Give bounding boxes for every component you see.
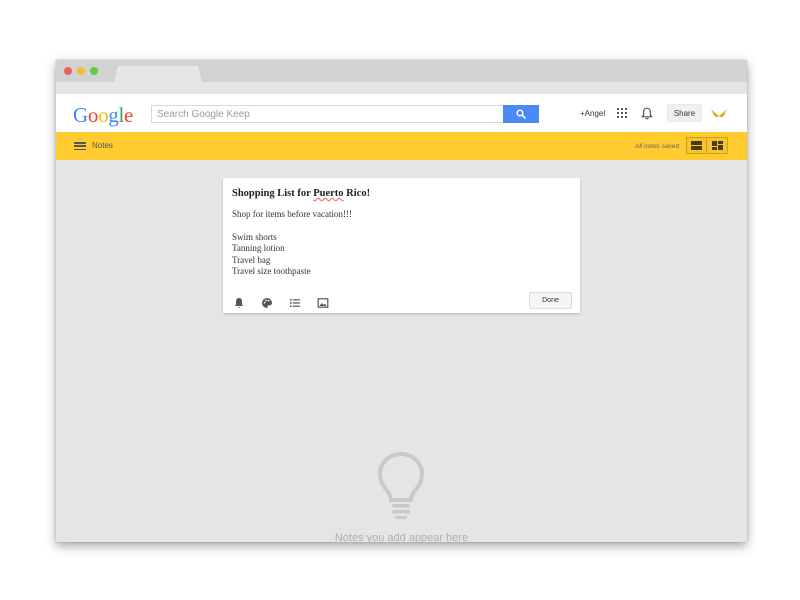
note-line (232, 220, 352, 231)
maximize-window-button[interactable] (90, 67, 98, 75)
note-line: Travel size toothpaste (232, 265, 311, 276)
browser-tab[interactable] (114, 66, 202, 82)
note-line: Tanning lotion (232, 243, 285, 254)
notes-toolbar: Notes All notes saved (56, 132, 747, 160)
checklist-button[interactable] (289, 296, 301, 314)
user-profile-link[interactable]: +Angel (580, 109, 605, 118)
apps-grid-icon[interactable] (617, 108, 627, 118)
save-status: All notes saved (635, 143, 680, 150)
google-logo[interactable]: Google (73, 105, 133, 126)
done-button[interactable]: Done (529, 292, 572, 309)
browser-titlebar (56, 60, 747, 82)
lightbulb-icon (377, 451, 425, 519)
checklist-icon (290, 299, 300, 307)
note-card[interactable]: Shopping List for Puerto Rico! Shop for … (223, 178, 580, 313)
note-actions (233, 296, 345, 314)
search-input[interactable] (151, 105, 503, 123)
note-line: Shop for items before vacation!!! (232, 209, 352, 219)
note-line: Travel bag (232, 254, 271, 265)
color-button[interactable] (261, 296, 273, 314)
list-view-button[interactable] (686, 137, 707, 154)
minimize-window-button[interactable] (77, 67, 85, 75)
grid-view-icon (711, 141, 723, 150)
share-button[interactable]: Share (667, 104, 702, 122)
palette-icon (262, 298, 272, 308)
note-line: Swim shorts (232, 231, 277, 242)
browser-window: Google +Angel Share Notes All notes save (56, 60, 747, 542)
image-icon (317, 298, 329, 308)
empty-message: Notes you add appear here (334, 532, 469, 542)
add-image-button[interactable] (317, 296, 329, 314)
grid-view-button[interactable] (707, 137, 728, 154)
note-body[interactable]: Shop for items before vacation!!! Swim s… (232, 209, 352, 277)
reminder-icon (234, 298, 244, 308)
wings-avatar-icon[interactable] (710, 107, 728, 119)
search-icon (516, 109, 526, 119)
close-window-button[interactable] (64, 67, 72, 75)
hamburger-menu-icon[interactable] (74, 142, 86, 150)
spellcheck-word: Puerto (313, 188, 344, 199)
bell-icon[interactable] (641, 107, 653, 120)
note-title[interactable]: Shopping List for Puerto Rico! (232, 188, 370, 199)
section-title: Notes (92, 141, 113, 150)
app-header: Google +Angel Share (56, 94, 747, 132)
list-view-icon (691, 141, 702, 150)
search-button[interactable] (503, 105, 539, 123)
reminder-button[interactable] (233, 296, 245, 314)
